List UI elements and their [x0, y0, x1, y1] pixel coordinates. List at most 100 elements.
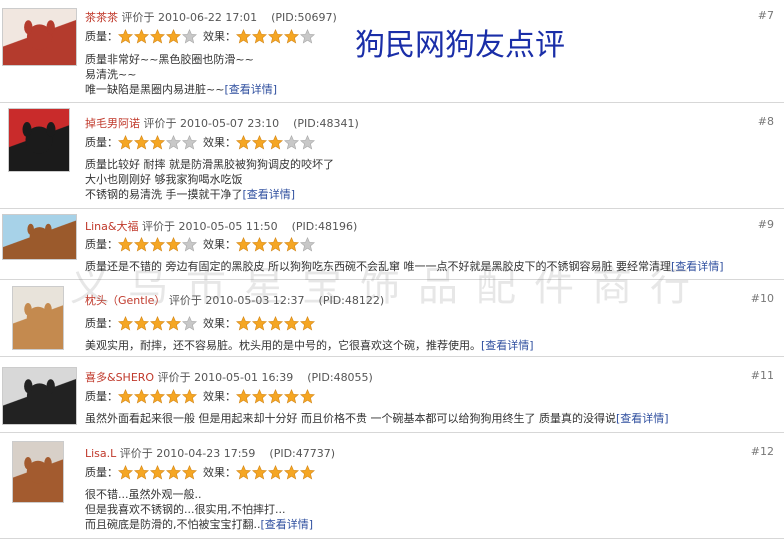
- star-full-icon: [182, 388, 197, 404]
- star-full-icon: [268, 236, 283, 252]
- review-meta: Lina&大福 评价于 2010-05-05 11:50 (PID:48196): [85, 218, 357, 234]
- post-id: (PID:48341): [293, 117, 359, 130]
- star-full-icon: [236, 464, 251, 480]
- reviewed-label: 评价于 2010-04-23 17:59: [116, 447, 256, 460]
- dog-photo-icon: [24, 457, 52, 484]
- review-item: Lisa.L 评价于 2010-04-23 17:59 (PID:47737) #1…: [0, 433, 784, 539]
- quality-stars: [118, 236, 197, 252]
- dog-photo-icon: [24, 303, 52, 330]
- user-name[interactable]: 枕头（Gentle）: [85, 294, 165, 307]
- review-meta: 枕头（Gentle） 评价于 2010-05-03 12:37 (PID:4812…: [85, 292, 384, 308]
- star-full-icon: [284, 464, 299, 480]
- post-number[interactable]: #7: [758, 9, 774, 22]
- post-number[interactable]: #12: [751, 445, 774, 458]
- dog-photo-icon: [24, 20, 55, 50]
- review-item: Lina&大福 评价于 2010-05-05 11:50 (PID:48196) #…: [0, 209, 784, 280]
- star-full-icon: [236, 28, 251, 44]
- star-empty-icon: [182, 236, 197, 252]
- effect-label: 效果：: [203, 30, 236, 43]
- star-full-icon: [284, 28, 299, 44]
- review-line-text: 大小也刚刚好 够我家狗喝水吃饭: [85, 173, 243, 186]
- rating-row: 质量： 效果：: [85, 388, 321, 404]
- view-detail-link[interactable]: [查看详情]: [481, 339, 534, 352]
- star-full-icon: [236, 388, 251, 404]
- user-name[interactable]: 掉毛男阿诺: [85, 117, 140, 130]
- effect-label: 效果：: [203, 136, 236, 149]
- quality-stars: [118, 388, 197, 404]
- view-detail-link[interactable]: [查看详情]: [224, 83, 277, 96]
- post-number[interactable]: #8: [758, 115, 774, 128]
- review-line: 质量比较好 耐摔 就是防滑黑胶被狗狗调皮的咬坏了: [85, 157, 334, 172]
- star-full-icon: [268, 464, 283, 480]
- review-meta: 茶茶茶 评价于 2010-06-22 17:01 (PID:50697): [85, 9, 337, 25]
- reviewed-label: 评价于 2010-05-01 16:39: [154, 371, 294, 384]
- avatar[interactable]: [8, 108, 70, 172]
- post-number[interactable]: #10: [751, 292, 774, 305]
- user-name[interactable]: 喜多&SHERO: [85, 371, 154, 384]
- review-text: 质量非常好~~黑色胶圈也防滑~~ 易清洗~~ 唯一缺陷是黑圈内易进脏~~[查看详情]: [85, 52, 277, 97]
- star-full-icon: [236, 236, 251, 252]
- star-empty-icon: [300, 28, 315, 44]
- reviewed-label: 评价于 2010-05-03 12:37: [165, 294, 305, 307]
- review-line: 美观实用，耐摔，还不容易脏。枕头用的是中号的，它很喜欢这个碗，推荐使用。[查看详…: [85, 338, 534, 353]
- avatar[interactable]: [12, 286, 64, 350]
- post-id: (PID:50697): [271, 11, 337, 24]
- rating-row: 质量： 效果：: [85, 315, 321, 331]
- avatar[interactable]: [2, 367, 77, 425]
- view-detail-link[interactable]: [查看详情]: [261, 518, 314, 531]
- review-line-text: 不锈钢的易清洗 手一摸就干净了: [85, 188, 243, 201]
- star-full-icon: [252, 134, 267, 150]
- avatar[interactable]: [12, 441, 64, 503]
- view-detail-link[interactable]: [查看详情]: [671, 260, 724, 273]
- review-line: 但是我喜欢不锈钢的...很实用,不怕摔打...: [85, 502, 313, 517]
- star-full-icon: [166, 388, 181, 404]
- reviewed-label: 评价于 2010-05-07 23:10: [140, 117, 280, 130]
- review-line: 虽然外面看起来很一般 但是用起来却十分好 而且价格不贵 一个碗基本都可以给狗狗用…: [85, 411, 669, 426]
- star-full-icon: [284, 388, 299, 404]
- dog-photo-icon: [24, 379, 55, 409]
- view-detail-link[interactable]: [查看详情]: [243, 188, 296, 201]
- quality-stars: [118, 464, 197, 480]
- star-full-icon: [134, 134, 149, 150]
- user-name[interactable]: Lina&大福: [85, 220, 138, 233]
- review-line-text: 但是我喜欢不锈钢的...很实用,不怕摔打...: [85, 503, 286, 516]
- post-number[interactable]: #11: [751, 369, 774, 382]
- star-full-icon: [236, 315, 251, 331]
- star-full-icon: [252, 464, 267, 480]
- star-full-icon: [118, 464, 133, 480]
- star-full-icon: [252, 28, 267, 44]
- user-name[interactable]: Lisa.L: [85, 447, 116, 460]
- star-empty-icon: [166, 134, 181, 150]
- review-text: 美观实用，耐摔，还不容易脏。枕头用的是中号的，它很喜欢这个碗，推荐使用。[查看详…: [85, 338, 534, 353]
- star-full-icon: [166, 315, 181, 331]
- star-full-icon: [268, 388, 283, 404]
- user-name[interactable]: 茶茶茶: [85, 11, 118, 24]
- review-line: 而且碗底是防滑的,不怕被宝宝打翻..[查看详情]: [85, 517, 313, 532]
- star-full-icon: [150, 236, 165, 252]
- quality-label: 质量：: [85, 238, 118, 251]
- review-text: 质量还是不错的 旁边有固定的黑胶皮 所以狗狗吃东西碗不会乱窜 唯一一点不好就是黑…: [85, 259, 724, 274]
- post-id: (PID:48055): [307, 371, 373, 384]
- avatar[interactable]: [2, 8, 77, 66]
- avatar[interactable]: [2, 214, 77, 260]
- rating-row: 质量： 效果：: [85, 134, 321, 150]
- effect-stars: [236, 28, 315, 44]
- star-full-icon: [118, 28, 133, 44]
- star-empty-icon: [300, 236, 315, 252]
- star-full-icon: [166, 28, 181, 44]
- review-meta: Lisa.L 评价于 2010-04-23 17:59 (PID:47737): [85, 445, 335, 461]
- star-full-icon: [300, 388, 315, 404]
- view-detail-link[interactable]: [查看详情]: [616, 412, 669, 425]
- star-full-icon: [166, 236, 181, 252]
- review-line-text: 唯一缺陷是黑圈内易进脏~~: [85, 83, 225, 96]
- star-full-icon: [284, 315, 299, 331]
- star-full-icon: [150, 464, 165, 480]
- review-line: 易清洗~~: [85, 67, 277, 82]
- star-full-icon: [236, 134, 251, 150]
- effect-stars: [236, 134, 315, 150]
- review-line: 大小也刚刚好 够我家狗喝水吃饭: [85, 172, 334, 187]
- post-number[interactable]: #9: [758, 218, 774, 231]
- post-id: (PID:47737): [269, 447, 336, 460]
- review-line: 质量还是不错的 旁边有固定的黑胶皮 所以狗狗吃东西碗不会乱窜 唯一一点不好就是黑…: [85, 259, 724, 274]
- quality-stars: [118, 28, 197, 44]
